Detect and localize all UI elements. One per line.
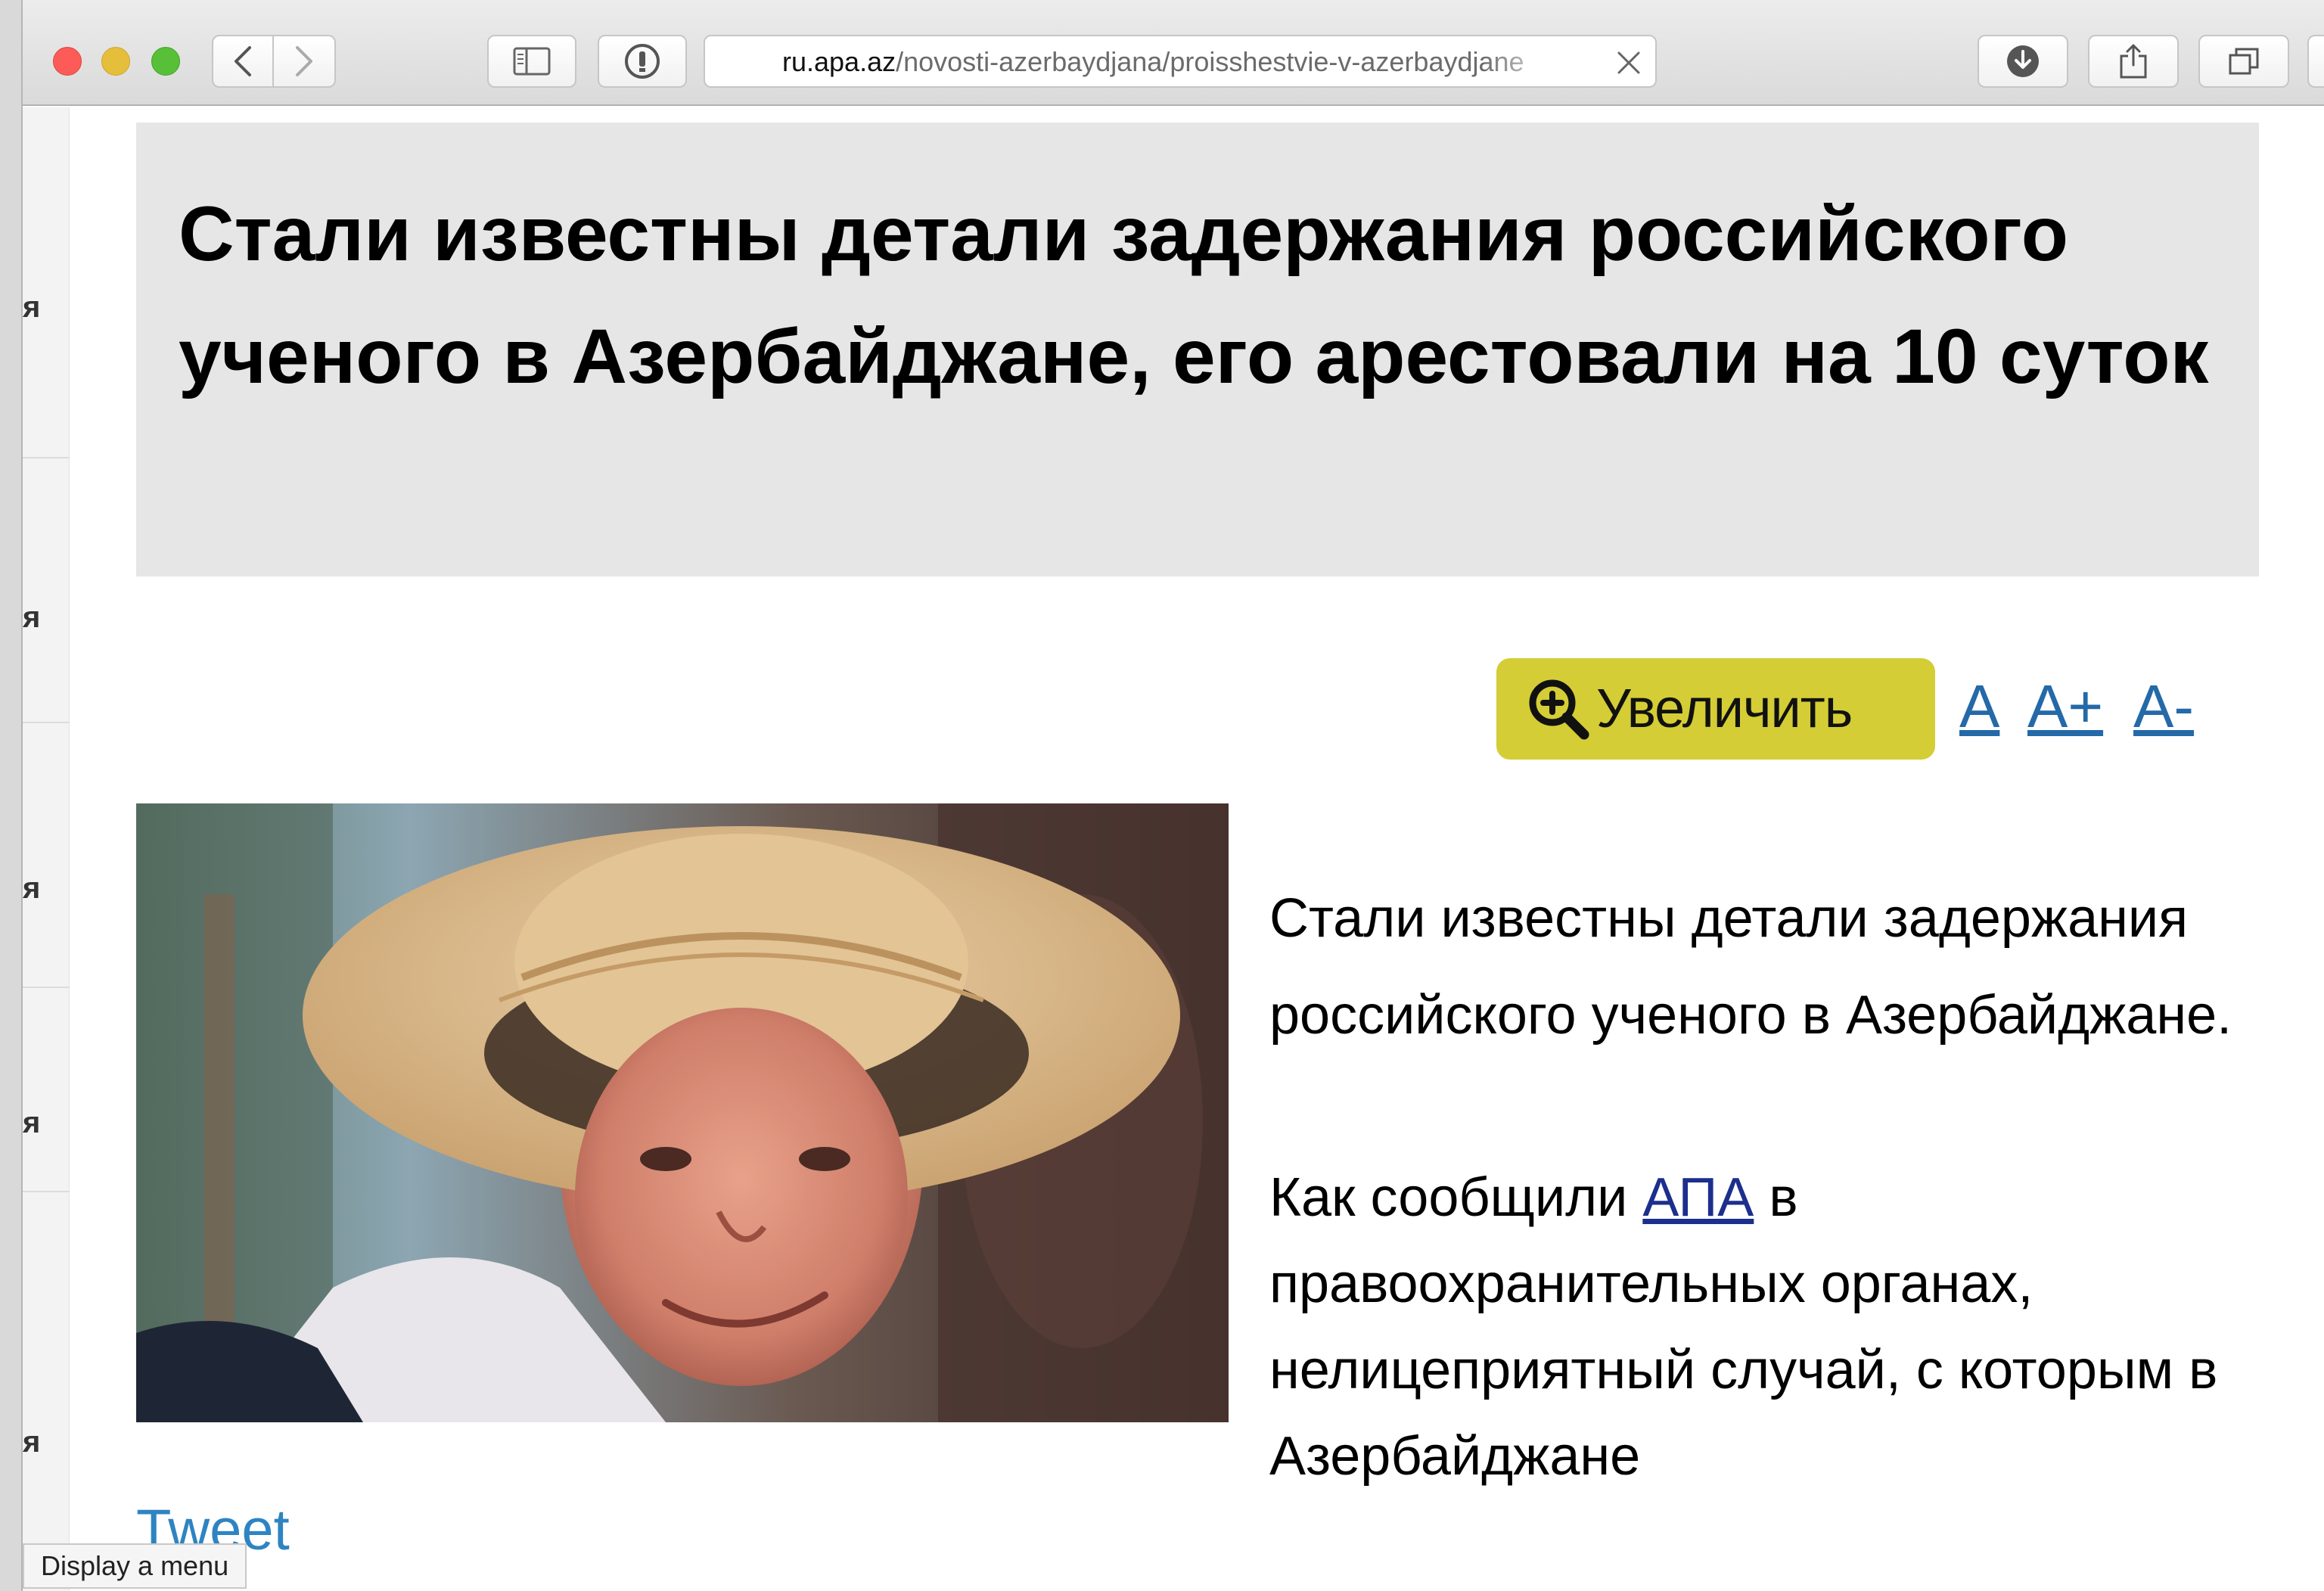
article-paragraph: Стали известны детали задержания российс… xyxy=(1269,888,2232,1046)
address-bar[interactable]: ru.apa.az/novosti-azerbaydjana/proisshes… xyxy=(704,35,1657,88)
privacy-button[interactable] xyxy=(598,35,687,88)
browser-window: ru.apa.az/novosti-azerbaydjana/proisshes… xyxy=(21,0,2324,1591)
forward-button[interactable] xyxy=(274,35,336,88)
side-menu[interactable]: я я я я я xyxy=(23,107,70,1591)
share-icon xyxy=(2120,44,2147,79)
menu-item-label[interactable]: я xyxy=(23,291,45,324)
font-size-normal-link[interactable]: A xyxy=(1959,669,1999,744)
portrait-photo-image xyxy=(136,803,1229,1422)
url-path: /novosti-azerbaydjana/proisshestvie-v-az… xyxy=(896,46,1524,77)
apa-link[interactable]: АПА xyxy=(1642,1167,1754,1228)
font-size-increase-link[interactable]: A+ xyxy=(2027,669,2103,744)
article-body: Стали известны детали задержания российс… xyxy=(1269,870,2313,1499)
close-icon[interactable] xyxy=(1616,50,1642,76)
sidebar-button[interactable] xyxy=(487,35,576,88)
tabs-overview-icon xyxy=(2229,48,2259,75)
minimize-window-button[interactable] xyxy=(101,47,130,76)
zoom-window-button[interactable] xyxy=(151,47,180,76)
paragraph-text: Как сообщили xyxy=(1269,1167,1643,1228)
menu-item-label[interactable]: я xyxy=(23,1425,45,1459)
browser-toolbar: ru.apa.az/novosti-azerbaydjana/proisshes… xyxy=(23,0,2324,106)
enlarge-button[interactable]: Увеличить xyxy=(1496,658,1935,760)
download-icon xyxy=(2007,45,2039,77)
tabs-overview-button[interactable] xyxy=(2198,35,2289,88)
menu-item-label[interactable]: я xyxy=(23,872,45,905)
menu-divider xyxy=(23,457,70,458)
article-headline: Стали известны детали задержания российс… xyxy=(179,191,2209,399)
menu-divider xyxy=(23,1191,70,1192)
url-field[interactable]: ru.apa.az/novosti-azerbaydjana/proisshes… xyxy=(782,45,1561,79)
zoom-in-icon xyxy=(1529,679,1589,740)
sidebar-icon xyxy=(513,47,551,76)
chevron-left-icon xyxy=(235,46,251,76)
font-size-decrease-link[interactable]: A- xyxy=(2133,669,2194,744)
downloads-button[interactable] xyxy=(1978,35,2068,88)
share-button[interactable] xyxy=(2088,35,2179,88)
menu-divider xyxy=(23,722,70,723)
menu-item-label[interactable]: я xyxy=(23,601,45,634)
tooltip: Display a menu xyxy=(23,1543,247,1589)
article-paragraph: Как сообщили АПА в правоохранительных ор… xyxy=(1269,1154,2313,1499)
article-photo xyxy=(136,803,1229,1422)
close-window-button[interactable] xyxy=(53,47,82,76)
headline-banner: Стали известны детали задержания российс… xyxy=(136,123,2259,576)
new-tab-button[interactable] xyxy=(2307,35,2324,88)
privacy-report-icon xyxy=(625,44,660,79)
menu-divider xyxy=(23,987,70,988)
back-button[interactable] xyxy=(212,35,274,88)
url-domain: ru.apa.az xyxy=(782,46,896,77)
enlarge-button-label: Увеличить xyxy=(1596,679,1853,739)
menu-item-label[interactable]: я xyxy=(23,1106,45,1139)
chevron-right-icon xyxy=(296,46,312,76)
